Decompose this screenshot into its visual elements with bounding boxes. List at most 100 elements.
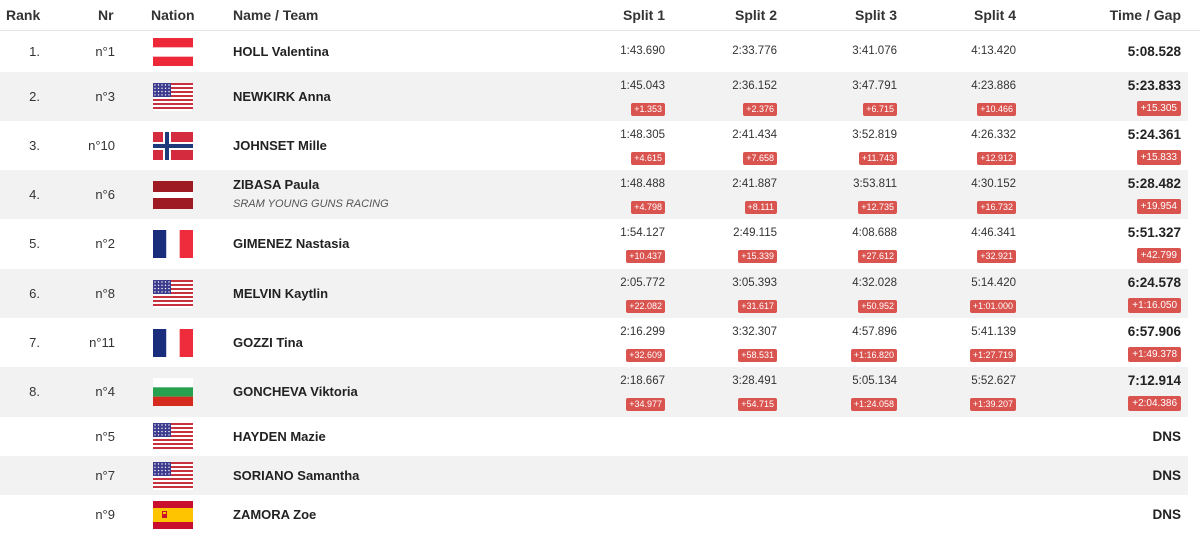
finish-time: 6:57.906	[1127, 324, 1181, 339]
rider-name: JOHNSET Mille	[233, 137, 327, 153]
split-2-gap-wrap: +8.111	[677, 197, 777, 215]
split-2-gap-wrap: +31.617	[677, 296, 777, 314]
table-row[interactable]: 2. n°3 NEWKIRK Anna 1:45.043 +1.353 2:36.152 +…	[0, 72, 1188, 121]
finish-gap-badge: +15.833	[1136, 150, 1181, 165]
split-2-time: 3:05.393	[732, 277, 777, 289]
split-1-gap-badge: +34.977	[626, 398, 665, 411]
split-2-gap-badge: +54.715	[738, 398, 777, 411]
split-1-gap-badge: +32.609	[626, 349, 665, 362]
split-1-gap-wrap: +22.082	[565, 296, 665, 314]
split-1-time: 2:16.299	[620, 326, 665, 338]
split-3-time: 3:53.811	[853, 178, 897, 190]
split-4-time: 4:13.420	[971, 45, 1016, 57]
split-3-gap-wrap: +1:24.058	[797, 394, 897, 412]
header-nation: Nation	[151, 7, 195, 23]
split-3-time: 3:41.076	[852, 45, 897, 57]
split-3-gap-wrap: +12.735	[797, 197, 897, 215]
finish-gap-badge: +1:16.050	[1128, 298, 1181, 313]
finish-time: DNS	[1152, 428, 1181, 444]
split-1-gap-badge: +10.437	[626, 250, 665, 263]
rider-name: SORIANO Samantha	[233, 467, 360, 483]
table-row[interactable]: n°7 SORIANO Samantha DNS	[0, 456, 1188, 495]
table-row[interactable]: n°5 HAYDEN Mazie DNS	[0, 417, 1188, 456]
finish-gap-badge: +2:04.386	[1128, 396, 1181, 411]
split-2-gap-badge: +31.617	[738, 300, 777, 313]
split-4-gap-badge: +1:01.000	[969, 300, 1016, 313]
table-row[interactable]: 7. n°11 GOZZI Tina 2:16.299 +32.609 3:32.307 +…	[0, 318, 1188, 367]
finish-time: 5:08.528	[1127, 44, 1181, 59]
split-4-gap-wrap: +12.912	[916, 148, 1016, 166]
split-4-gap-wrap: +32.921	[916, 246, 1016, 264]
rank-cell: 7.	[29, 334, 40, 350]
split-1-gap-wrap: +32.609	[565, 345, 665, 363]
split-1-gap-wrap: +4.798	[565, 197, 665, 215]
table-row[interactable]: 1. n°1 HOLL Valentina 1:43.690 2:33.776 3:41.…	[0, 32, 1188, 72]
split-4-gap-wrap: +10.466	[916, 99, 1016, 117]
split-1-gap-wrap: +1.353	[565, 99, 665, 117]
finish-time: DNS	[1152, 467, 1181, 483]
table-row[interactable]: 6. n°8 MELVIN Kaytlin 2:05.772 +22.082 3:05.3…	[0, 269, 1188, 318]
rider-name: GOZZI Tina	[233, 334, 303, 350]
split-1-gap-badge: +4.615	[631, 152, 665, 165]
split-3-gap-wrap: +11.743	[797, 148, 897, 166]
table-row[interactable]: 4. n°6 ZIBASA Paula SRAM YOUNG GUNS RACING 1…	[0, 170, 1188, 219]
bib-number: n°10	[88, 137, 115, 153]
split-1-time: 1:54.127	[620, 227, 665, 239]
split-3-time: 4:08.688	[852, 227, 897, 239]
split-4-time: 4:23.886	[971, 80, 1016, 92]
split-2-time: 2:33.776	[732, 45, 777, 57]
finish-time: 5:24.361	[1127, 127, 1181, 142]
split-2-time: 3:32.307	[732, 326, 777, 338]
table-row[interactable]: 3. n°10 JOHNSET Mille 1:48.305 +4.615 2:41.43…	[0, 121, 1188, 170]
split-4-time: 4:46.341	[971, 227, 1016, 239]
header-split-1: Split 1	[622, 7, 665, 23]
split-1-gap-badge: +4.798	[631, 201, 665, 214]
austria-flag-icon	[153, 38, 193, 66]
rider-name: MELVIN Kaytlin	[233, 285, 329, 301]
rider-name: GONCHEVA Viktoria	[233, 384, 358, 399]
spain-flag-icon	[153, 500, 193, 529]
split-4-gap-badge: +10.466	[977, 103, 1016, 116]
split-2-time: 2:49.115	[733, 227, 777, 239]
split-2-gap-badge: +7.658	[743, 152, 777, 165]
split-1-gap-badge: +22.082	[626, 300, 665, 313]
split-4-gap-wrap: +1:27.719	[916, 345, 1016, 363]
split-4-gap-badge: +32.921	[977, 250, 1016, 263]
split-2-gap-badge: +8.111	[744, 201, 777, 214]
bib-number: n°1	[95, 44, 115, 59]
split-2-gap-wrap: +54.715	[677, 394, 777, 412]
bib-number: n°3	[95, 88, 115, 104]
usa-flag-icon	[153, 82, 193, 111]
split-1-time: 1:45.043	[620, 80, 665, 92]
finish-gap-badge: +1:49.378	[1128, 347, 1181, 362]
finish-time: 7:12.914	[1127, 373, 1181, 388]
split-4-time: 5:52.627	[971, 375, 1016, 387]
split-3-time: 5:05.134	[852, 375, 897, 387]
results-table: Rank Nr Nation Name / Team Split 1 Split…	[0, 0, 1200, 542]
team-name: SRAM YOUNG GUNS RACING	[233, 198, 389, 210]
table-row[interactable]: n°9 ZAMORA Zoe DNS	[0, 495, 1188, 534]
finish-gap-wrap: +15.305	[1061, 98, 1181, 116]
bib-number: n°5	[95, 428, 115, 444]
split-3-gap-wrap: +27.612	[797, 246, 897, 264]
bib-number: n°8	[95, 285, 115, 301]
split-4-gap-wrap: +1:39.207	[916, 394, 1016, 412]
rider-name: HOLL Valentina	[233, 44, 329, 59]
split-1-time: 2:18.667	[620, 375, 665, 387]
finish-gap-badge: +19.954	[1136, 199, 1181, 214]
table-row[interactable]: 5. n°2 GIMENEZ Nastasia 1:54.127 +10.437 2:49…	[0, 219, 1188, 269]
norway-flag-icon	[153, 131, 193, 160]
bulgaria-flag-icon	[153, 378, 193, 406]
rank-cell: 2.	[29, 88, 40, 104]
split-3-gap-badge: +27.612	[858, 250, 897, 263]
table-row[interactable]: 8. n°4 GONCHEVA Viktoria 2:18.667 +34.977 3:2…	[0, 367, 1188, 417]
bib-number: n°6	[95, 186, 115, 202]
rider-name: ZIBASA Paula	[233, 177, 320, 192]
header-name-team: Name / Team	[233, 7, 319, 23]
usa-flag-icon	[153, 461, 193, 490]
header-rank: Rank	[6, 7, 41, 23]
split-2-time: 2:36.152	[732, 80, 777, 92]
rank-cell: 4.	[29, 186, 40, 202]
header-nr: Nr	[98, 7, 114, 23]
france-flag-icon	[153, 328, 193, 357]
